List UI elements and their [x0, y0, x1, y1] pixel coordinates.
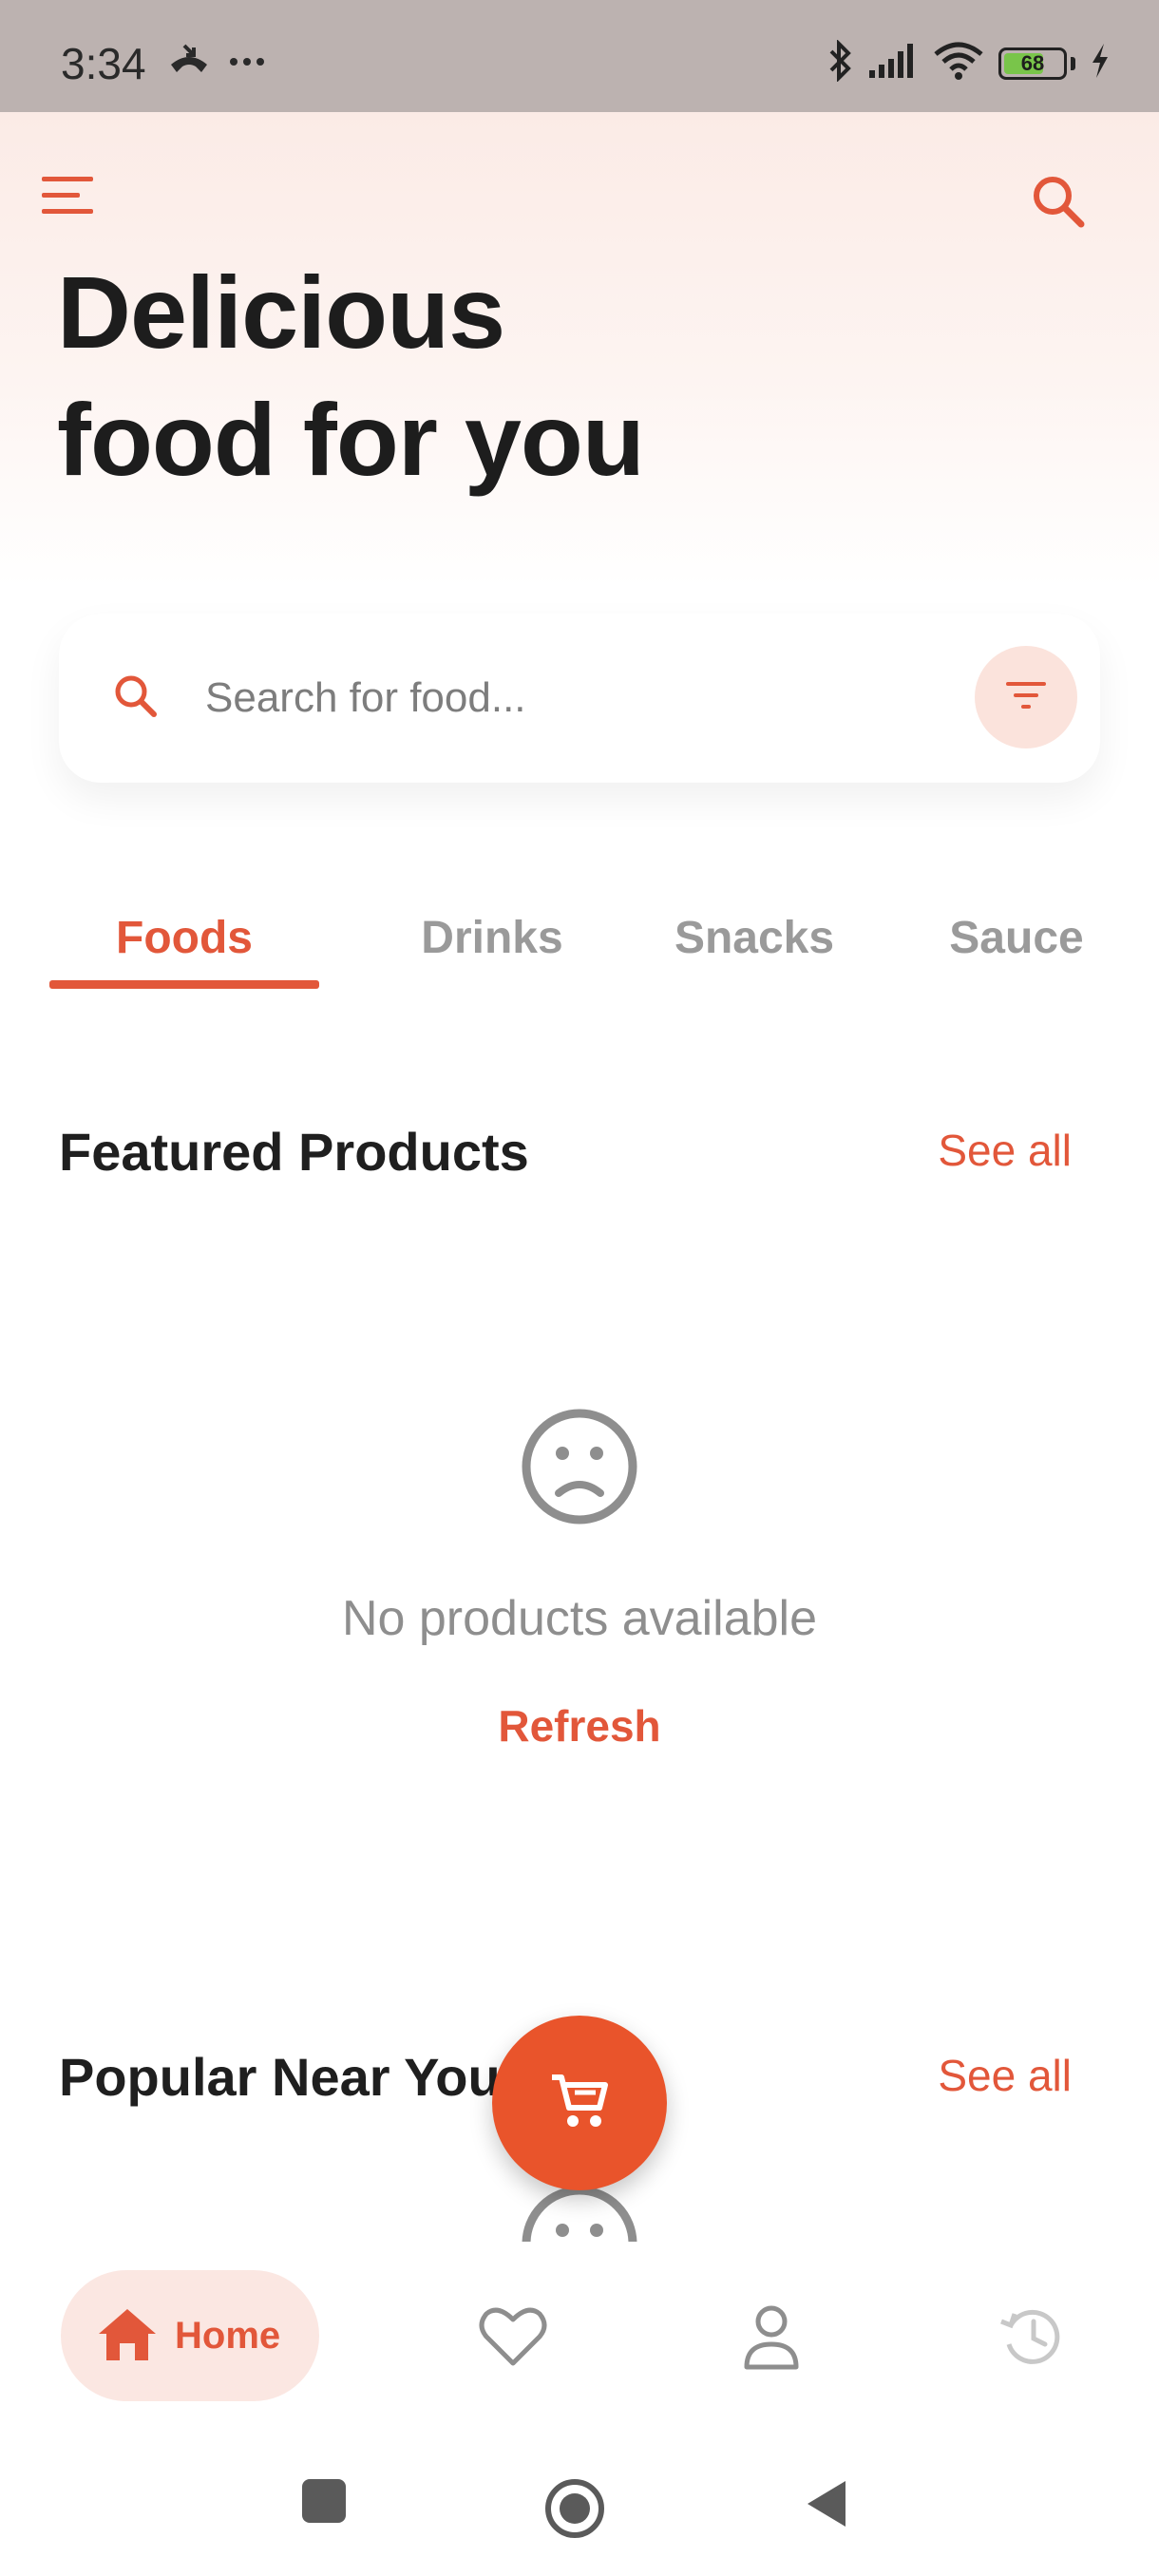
header-search-button[interactable]	[1026, 169, 1092, 236]
nav-home-label: Home	[175, 2314, 281, 2357]
category-tabs: Foods Drinks Snacks Sauce	[0, 912, 1159, 997]
nav-favorites[interactable]	[475, 2299, 551, 2375]
popular-title: Popular Near You	[59, 2047, 501, 2107]
sad-face-icon	[521, 1408, 638, 1525]
search-icon	[1026, 177, 1092, 239]
headline-line-2: food for you	[57, 382, 645, 497]
charging-icon	[1089, 42, 1112, 85]
headline-line-1: Delicious	[57, 255, 505, 369]
featured-title: Featured Products	[59, 1122, 529, 1182]
wifi-icon	[932, 41, 985, 85]
square-icon	[300, 2479, 348, 2529]
battery-level: 68	[1020, 50, 1045, 75]
status-bar: 3:34 68	[0, 0, 1159, 112]
bottom-navigation: Home	[0, 2244, 1159, 2424]
tab-foods[interactable]: Foods	[49, 912, 319, 964]
sad-face-icon	[521, 2185, 638, 2242]
tab-drinks[interactable]: Drinks	[397, 912, 587, 964]
signal-icon	[867, 42, 919, 85]
home-system-button[interactable]	[543, 2477, 606, 2545]
active-tab-indicator	[49, 980, 319, 989]
filter-button[interactable]	[975, 646, 1077, 748]
nav-history[interactable]	[994, 2299, 1070, 2375]
page-headline: Delicious food for you	[57, 249, 645, 503]
back-triangle-icon	[804, 2481, 849, 2534]
more-dots-icon	[228, 55, 266, 72]
filter-icon	[1002, 676, 1050, 719]
featured-see-all-link[interactable]: See all	[938, 1125, 1072, 1176]
heart-icon	[475, 2307, 551, 2378]
tab-snacks[interactable]: Snacks	[656, 912, 853, 964]
tab-sauce[interactable]: Sauce	[927, 912, 1106, 964]
profile-icon	[733, 2305, 809, 2378]
search-input[interactable]	[205, 657, 870, 739]
cart-icon	[546, 2068, 613, 2139]
history-icon	[994, 2309, 1070, 2378]
cart-button[interactable]	[492, 2016, 667, 2190]
empty-state-message: No products available	[341, 1591, 818, 1646]
popular-see-all-link[interactable]: See all	[938, 2050, 1072, 2101]
home-icon	[97, 2305, 158, 2367]
status-time: 3:34	[61, 39, 146, 88]
menu-icon	[38, 177, 99, 226]
circle-icon	[543, 2479, 606, 2544]
back-button[interactable]	[804, 2477, 849, 2535]
recents-button[interactable]	[300, 2477, 348, 2529]
battery-icon: 68	[998, 47, 1067, 80]
system-navigation-bar	[0, 2424, 1159, 2576]
search-bar	[59, 614, 1100, 783]
refresh-button[interactable]: Refresh	[437, 1700, 722, 1767]
bluetooth-icon	[826, 39, 854, 86]
missed-call-icon	[167, 42, 211, 85]
nav-home[interactable]: Home	[61, 2270, 319, 2401]
search-icon	[104, 665, 171, 731]
nav-profile[interactable]	[733, 2299, 809, 2375]
menu-button[interactable]	[38, 169, 99, 222]
